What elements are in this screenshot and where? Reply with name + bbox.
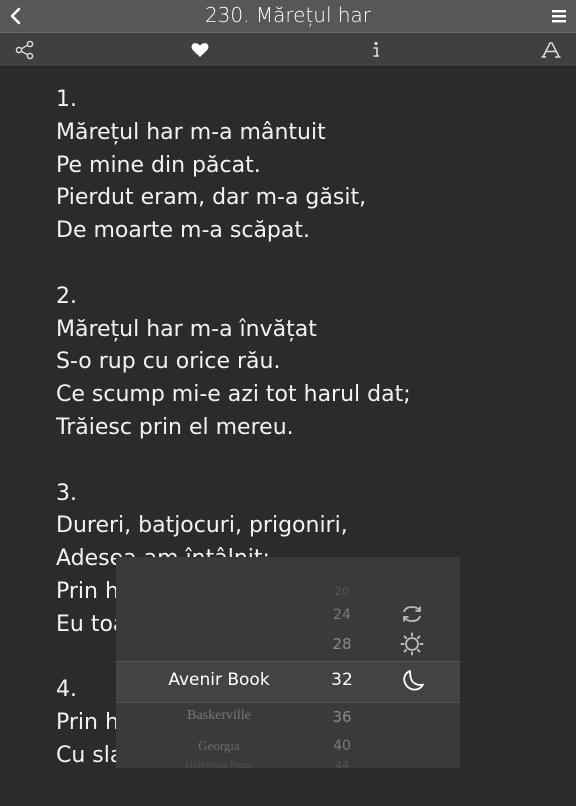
stanza-2: 2. Mărețul har m-a învățat S-o rup cu or…	[56, 281, 556, 445]
lyric-line: Mărețul har m-a învățat	[56, 316, 317, 342]
sun-icon	[400, 632, 424, 656]
menu-button[interactable]	[550, 7, 568, 25]
brightness-button[interactable]	[400, 632, 424, 660]
font-option[interactable]: Georgia	[116, 738, 322, 754]
share-button[interactable]	[15, 40, 35, 64]
size-option[interactable]: 20	[306, 585, 378, 598]
toolbar	[0, 33, 576, 67]
font-option[interactable]: Baskerville	[116, 708, 322, 724]
font-picker-popover: 20 24 28 Avenir Book 32 Baskerville 36 G…	[116, 557, 460, 768]
info-icon	[373, 41, 379, 57]
lyric-line: Pierdut eram, dar m-a găsit,	[56, 185, 367, 211]
lyric-line: Dureri, batjocuri, prigoniri,	[56, 513, 348, 539]
size-option[interactable]: 40	[306, 738, 378, 754]
refresh-button[interactable]	[400, 604, 424, 628]
refresh-icon	[403, 606, 421, 622]
info-button[interactable]	[367, 40, 385, 64]
selected-font[interactable]: Avenir Book	[116, 670, 322, 690]
size-option[interactable]: 24	[306, 607, 378, 623]
favorite-button[interactable]	[190, 40, 210, 64]
page-title: 230. Mărețul har	[204, 3, 372, 27]
lyric-line: Trăiesc prin el mereu.	[56, 414, 294, 440]
size-option[interactable]: 44	[306, 759, 378, 768]
size-option[interactable]: 28	[306, 635, 378, 653]
stanza-number: 2.	[56, 283, 77, 309]
lyric-line: De moarte m-a scăpat.	[56, 218, 310, 244]
lyric-line: Pe mine din păcat.	[56, 152, 261, 178]
night-mode-button[interactable]	[400, 668, 426, 698]
stanza-1: 1. Mărețul har m-a mântuit Pe mine din p…	[56, 84, 556, 248]
hamburger-icon	[552, 10, 566, 23]
stanza-number: 1.	[56, 87, 77, 112]
selected-size[interactable]: 32	[306, 670, 378, 690]
size-option[interactable]: 36	[306, 708, 378, 726]
lyric-line: Mărețul har m-a mântuit	[56, 119, 326, 145]
font-icon	[541, 42, 561, 58]
lyric-line: Ce scump mi-e azi tot harul dat;	[56, 382, 411, 408]
share-icon	[15, 40, 34, 60]
heart-icon	[191, 43, 209, 57]
lyric-line: S-o rup cu orice rău.	[56, 349, 281, 375]
font-option[interactable]: Helvetica Neue	[116, 759, 322, 768]
moon-icon	[403, 670, 424, 691]
font-settings-button[interactable]	[541, 40, 561, 64]
stanza-number: 3.	[56, 480, 77, 506]
top-bar: 230. Mărețul har	[0, 0, 576, 33]
